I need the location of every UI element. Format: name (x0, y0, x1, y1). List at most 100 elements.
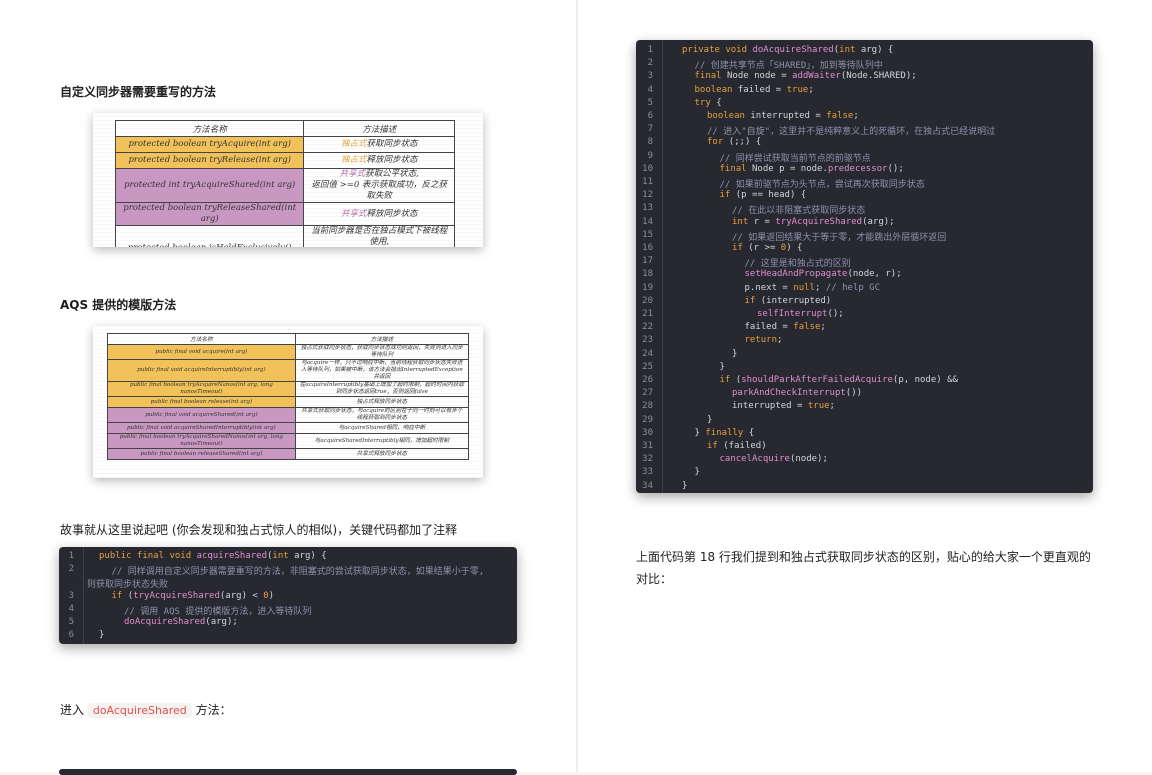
code-token: try (694, 97, 717, 108)
code-token: doAcquireShared (752, 45, 834, 55)
method-name-cell: protected boolean tryRelease(int arg) (114, 152, 305, 169)
code-token: false (826, 111, 854, 121)
code-line: // 如果前驱节点为头节点，尝试再次获取同步状态 (720, 177, 925, 190)
method-name-cell: public final boolean tryAcquireNanos(int… (107, 381, 296, 397)
code-token: } (694, 427, 706, 438)
mode-highlight: 独占式 (340, 139, 367, 149)
right-page: 1 private void doAcquireShared(int arg) {… (578, 0, 1152, 772)
line-number: 12 (642, 190, 653, 201)
code-line: // 如果返回结果大于等于零，才能跳出外层循环返回 (732, 230, 946, 243)
line-number: 3 (647, 71, 653, 82)
code-token: // 这里是和独占式的区别 (744, 259, 851, 270)
code-token: (interrupted) (760, 295, 832, 306)
code-token: { (716, 97, 722, 108)
col-method-name: 方法名称 (107, 333, 296, 345)
code-token: 则获取同步状态失败 (87, 580, 169, 591)
method-desc-cell: 与acquireSharedInterruptibly相同，增加超时限制 (294, 433, 470, 449)
code-line: try { (695, 98, 722, 108)
code-token: ; (820, 322, 826, 333)
code-token: // 在此以非阻塞式获取同步状态 (732, 206, 866, 217)
code-line: } (732, 349, 737, 359)
comparison-paragraph: 上面代码第 18 行我们提到和独占式获取同步状态的区别，贴心的给大家一个更直观的… (636, 550, 1091, 586)
table-row: protected boolean isHeldExclusively()当前同… (114, 225, 455, 247)
aqs-template-methods-image: 方法名称 方法描述 public final void acquire(int … (93, 326, 483, 478)
code-token: acquireShared (196, 551, 267, 561)
code-line: private void doAcquireShared(int arg) { (682, 45, 893, 55)
code-line: failed = false; (745, 322, 826, 332)
custom-sync-methods-image: 方法名称 方法描述 protected boolean tryAcquire(i… (93, 113, 483, 247)
code-line: } (707, 415, 712, 425)
next-code-block-edge (59, 769, 517, 775)
line-number: 19 (642, 282, 653, 293)
code-line: if (tryAcquireShared(arg) < 0) (112, 591, 275, 601)
line-number: 34 (642, 480, 653, 491)
enter-suffix: 方法： (195, 703, 232, 717)
code-token: p.next = (744, 282, 794, 293)
code-token: (node); (789, 454, 828, 465)
code-token: failed = (744, 322, 794, 333)
method-desc-cell: 独占式释放同步状态 (303, 152, 455, 169)
code-token: } (732, 348, 738, 359)
method-name-cell: public final void acquireSharedInterrupt… (107, 422, 296, 434)
code-token: (p, node) && (892, 375, 958, 385)
line-number: 17 (642, 256, 653, 267)
code-token: true (807, 401, 830, 412)
code-token: ; (829, 401, 835, 412)
method-desc-cell: 在acquireInterruptibly基础上增加了超时限制，超时时间内获取到… (294, 381, 470, 397)
line-number: 16 (642, 243, 653, 253)
code-token: } (682, 480, 688, 491)
code-token: // 如果前驱节点为头节点，尝试再次获取同步状态 (719, 180, 925, 190)
mode-highlight: 共享式 (339, 169, 366, 179)
code-token: Node p = node. (752, 163, 828, 174)
code-token: ) { (786, 243, 803, 253)
code-line: // 在此以非阻塞式获取同步状态 (732, 203, 865, 216)
code-token: selfInterrupt (757, 309, 828, 319)
code-token: (failed) (723, 441, 767, 451)
code-token: public final void (99, 551, 197, 561)
line-number: 7 (647, 124, 653, 135)
code-token: (arg) < (219, 590, 264, 601)
custom-sync-methods-table: 方法名称 方法描述 protected boolean tryAcquire(i… (114, 120, 455, 247)
code-line: } (695, 467, 700, 477)
line-number: 24 (642, 348, 653, 359)
table-row: protected boolean tryAcquire(int arg) 独占式… (114, 136, 455, 153)
desc-text: 释放同步状态 (366, 155, 418, 165)
code-line: final Node p = node.predecessor(); (720, 164, 904, 174)
code-line: p.next = null; // help GC (745, 283, 881, 293)
code-token: private void (682, 45, 753, 55)
heading-custom-sync-methods: 自定义同步器需要重写的方法 (60, 85, 217, 99)
code-token: Node node = (727, 71, 793, 82)
code-line: // 这里是和独占式的区别 (745, 256, 851, 269)
code-token: tryAcquireShared (775, 216, 863, 227)
method-desc-cell: 共享式获取公平状态, 返回值 >=0 表示获取成功，反之获取失败 (303, 168, 455, 203)
code-line: // 进入"自旋"，这里并不是纯粹意义上的死循环，在独占式已经说明过 (707, 124, 995, 137)
left-page: 自定义同步器需要重写的方法 方法名称 方法描述 protected boolea… (0, 0, 576, 775)
method-name-cell: public final boolean tryAcquireSharedNan… (107, 433, 296, 449)
col-method-desc: 方法描述 (294, 333, 470, 345)
code-token: false (793, 322, 821, 333)
code-token: int (839, 45, 861, 55)
method-desc-cell: 共享式获取同步状态，与acquire的区别在于同一时刻可以有多个线程获取到同步状… (294, 407, 470, 423)
code-line: parkAndCheckInterrupt()) (732, 388, 862, 398)
code-token: final (694, 71, 728, 82)
code-token: ; (777, 335, 783, 346)
code-line: if (interrupted) (745, 296, 832, 306)
line-number: 1 (68, 551, 74, 561)
table-row: public final boolean tryAcquireSharedNan… (107, 433, 470, 449)
method-name-cell: public final void acquire(int arg) (107, 344, 296, 360)
code-line: selfInterrupt(); (757, 309, 844, 319)
table-row: public final void acquireSharedInterrupt… (107, 422, 470, 434)
inline-code-do-acquire-shared: doAcquireShared (87, 703, 192, 718)
method-name-cell: public final void acquireShared(int arg) (107, 407, 296, 423)
desc-text: 获取同步状态 (366, 139, 418, 149)
code-token: arg) { (860, 45, 894, 55)
line-number: 27 (642, 388, 653, 399)
line-number: 8 (647, 137, 653, 148)
code-token: final (719, 163, 753, 174)
code-token: int (732, 216, 754, 227)
code-token: shouldParkAfterFailedAcquire (741, 375, 893, 385)
code-token: interrupted = (750, 111, 827, 121)
code-token: if (707, 441, 724, 451)
code-token: } (694, 467, 700, 478)
method-name-cell: protected boolean tryAcquire(int arg) (114, 136, 305, 153)
